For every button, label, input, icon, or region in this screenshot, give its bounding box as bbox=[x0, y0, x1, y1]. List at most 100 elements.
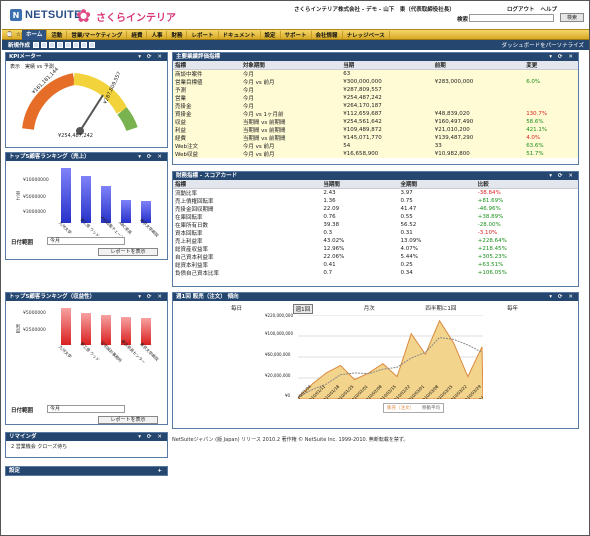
portlet-header: 財務指標 - スコアカード ▾ ⟳ ✕ bbox=[173, 172, 578, 180]
shortcut-icon-5[interactable] bbox=[65, 42, 72, 48]
nav-sales-marketing[interactable]: 営業/マーケティング bbox=[67, 30, 128, 39]
tab-yearly[interactable]: 毎年 bbox=[507, 304, 518, 314]
metric-compare: +38.89% bbox=[477, 214, 504, 220]
nav-company-info[interactable]: 会社情報 bbox=[312, 30, 343, 39]
new-record-label[interactable]: 新規作成 bbox=[2, 41, 30, 49]
kpi-change: 421.1% bbox=[526, 127, 548, 133]
star-icon[interactable]: ☆ bbox=[12, 31, 22, 38]
table-row[interactable]: 在庫回転率 0.76 0.55 +38.89% bbox=[173, 213, 578, 221]
metric-all: 41.47 bbox=[400, 206, 417, 212]
rank-profit-title: トップ5顧客ランキング（収益性） bbox=[9, 294, 96, 300]
kpi-period: 当期間 vs 前期間 bbox=[242, 128, 286, 134]
metric-current: 0.41 bbox=[323, 262, 336, 268]
table-row[interactable]: 経費 当期間 vs 前期間 ¥145,071,770 ¥139,487,290 4.0% bbox=[173, 134, 578, 142]
search-button[interactable]: 検索 bbox=[560, 13, 584, 22]
tab-daily[interactable]: 毎日 bbox=[231, 304, 242, 314]
table-row[interactable]: 営業 今月 ¥254,487,242 bbox=[173, 94, 578, 102]
shortcut-icon-2[interactable] bbox=[41, 42, 48, 48]
kpi-previous: ¥139,487,290 bbox=[434, 135, 474, 141]
tab-weekly[interactable]: 週1回 bbox=[292, 304, 314, 314]
table-row[interactable]: 総資本利益率 0.41 0.25 +63.51% bbox=[173, 261, 578, 269]
table-row[interactable]: 売上利益率 43.02% 13.09% +228.64% bbox=[173, 237, 578, 245]
shortcut-icons bbox=[33, 42, 96, 48]
tab-monthly[interactable]: 月次 bbox=[364, 304, 375, 314]
nav-reports[interactable]: レポート bbox=[187, 30, 219, 39]
rank-sales-axis: 売上 bbox=[15, 191, 20, 200]
portlet-controls[interactable]: ▾ ⟳ ✕ bbox=[138, 53, 164, 61]
table-row[interactable]: Web収益 今月 vs 前月 ¥16,658,900 ¥10,982,800 51.7% bbox=[173, 150, 578, 158]
nav-activities[interactable]: 活動 bbox=[47, 30, 68, 39]
table-row[interactable]: 売上債権回転率 1.36 0.75 +81.69% bbox=[173, 197, 578, 205]
personalize-dashboard[interactable]: ダッシュボードをパーソナライズ bbox=[502, 41, 584, 49]
header-links: ログアウト ヘルプ bbox=[507, 5, 557, 13]
table-row[interactable]: 流動比率 2.43 3.97 -38.84% bbox=[173, 189, 578, 197]
tab-quarterly[interactable]: 四半期に1回 bbox=[425, 304, 456, 314]
netsuite-mark-icon: N bbox=[10, 9, 22, 21]
netsuite-logo[interactable]: N NETSUITE bbox=[10, 9, 82, 21]
table-row[interactable]: 買掛金 今月 vs 1ヶ月前 ¥112,659,687 ¥48,839,020 130.… bbox=[173, 110, 578, 118]
kpi-name: 収益 bbox=[175, 120, 187, 126]
portlet-header: 設定 + bbox=[6, 467, 167, 475]
shortcut-icon-3[interactable] bbox=[49, 42, 56, 48]
kpi-previous bbox=[433, 102, 524, 110]
kpi-change: 51.7% bbox=[526, 151, 544, 157]
table-row[interactable]: 営業目標値 今月 vs 前月 ¥300,000,000 ¥283,000,000 6.0… bbox=[173, 78, 578, 86]
kpi-current: ¥16,658,900 bbox=[343, 151, 379, 157]
table-row[interactable]: 自己資本利益率 22.06% 5.44% +305.23% bbox=[173, 253, 578, 261]
kpi-change bbox=[524, 70, 578, 79]
kpi-meter-portlet: KPIメーター ▾ ⟳ ✕ 表示 実績 vs 予測 ¥254,487,242 ¥1… bbox=[5, 52, 168, 148]
table-row[interactable]: 総資産収益率 12.96% 4.07% +218.45% bbox=[173, 245, 578, 253]
search-input[interactable] bbox=[469, 14, 554, 22]
kpi-mode[interactable]: 表示 実績 vs 予測 bbox=[6, 61, 167, 72]
table-row[interactable]: 商談中案件 今月 63 bbox=[173, 69, 578, 79]
portlet-controls[interactable]: ▾ ⟳ ✕ bbox=[138, 433, 164, 441]
nav-support[interactable]: サポート bbox=[281, 30, 312, 39]
nav-knowledge-base[interactable]: ナレッジベース bbox=[343, 30, 390, 39]
nav-setup[interactable]: 設定 bbox=[261, 30, 281, 39]
kpi-period: 今月 bbox=[242, 96, 254, 102]
clock-icon[interactable]: ⌚ bbox=[2, 31, 13, 38]
table-row[interactable]: 売掛金回収期間 22.09 41.47 -46.96% bbox=[173, 205, 578, 213]
nav-hr[interactable]: 人事 bbox=[147, 30, 168, 39]
rank-sales-bar-1 bbox=[61, 168, 71, 223]
view-report-button[interactable]: レポートを表示 bbox=[98, 248, 158, 256]
company-name[interactable]: さくらインテリア株式会社 - デモ - 山下 東（代表取締役社長） bbox=[294, 5, 455, 13]
trend-title: 週1回 販売（注文） 傾向 bbox=[176, 294, 239, 300]
portlet-controls[interactable]: ▾ ⟳ ✕ bbox=[138, 153, 164, 161]
nav-finance[interactable]: 財務 bbox=[167, 30, 188, 39]
help-link[interactable]: ヘルプ bbox=[541, 5, 558, 13]
date-range-select[interactable]: 今月 bbox=[47, 405, 125, 413]
table-row[interactable]: 売掛金 今月 ¥264,170,187 bbox=[173, 102, 578, 110]
shortcut-icon-4[interactable] bbox=[57, 42, 64, 48]
nav-home[interactable]: ホーム bbox=[22, 29, 48, 40]
view-report-button[interactable]: レポートを表示 bbox=[98, 416, 158, 424]
nav-expenses[interactable]: 経費 bbox=[127, 30, 148, 39]
kpi-name: Web収益 bbox=[175, 152, 198, 158]
logo-text: NETSUITE bbox=[25, 9, 82, 21]
nav-documents[interactable]: ドキュメント bbox=[219, 30, 261, 39]
shortcut-icon-1[interactable] bbox=[33, 42, 40, 48]
table-row[interactable]: 収益 当期間 vs 前期間 ¥254,561,642 ¥160,497,490 58.6… bbox=[173, 118, 578, 126]
table-row[interactable]: 予測 今月 ¥287,809,557 bbox=[173, 86, 578, 94]
trend-tabs: 毎日 週1回 月次 四半期に1回 毎年 bbox=[173, 301, 578, 314]
kpi-current: 54 bbox=[343, 143, 351, 149]
table-row[interactable]: 負債自己資本比率 0.7 0.34 +106.05% bbox=[173, 269, 578, 277]
settings-add[interactable]: + bbox=[157, 467, 164, 475]
reminder-item[interactable]: 2 営業機会 クローズ待ち bbox=[6, 441, 167, 452]
portlet-controls[interactable]: ▾ ⟳ ✕ bbox=[549, 53, 575, 61]
shortcut-icon-6[interactable] bbox=[73, 42, 80, 48]
kpi-name: 商談中案件 bbox=[175, 72, 203, 78]
table-row[interactable]: 利益 当期間 vs 前期間 ¥109,489,872 ¥21,010,200 421.1… bbox=[173, 126, 578, 134]
portlet-controls[interactable]: ▾ ⟳ ✕ bbox=[549, 172, 575, 180]
table-row[interactable]: Web注文 今月 vs 前月 54 33 63.6% bbox=[173, 142, 578, 150]
portlet-controls[interactable]: ▾ ⟳ ✕ bbox=[138, 293, 164, 301]
shortcut-icon-7[interactable] bbox=[81, 42, 88, 48]
kpi-period: 今月 bbox=[242, 88, 254, 94]
shortcut-icon-8[interactable] bbox=[89, 42, 96, 48]
trend-chart: 2010/01/042010/01/112010/01/182010/01/25… bbox=[298, 315, 483, 399]
table-row[interactable]: 資本回転率 0.3 0.31 -3.10% bbox=[173, 229, 578, 237]
logout-link[interactable]: ログアウト bbox=[507, 5, 535, 13]
date-range-select[interactable]: 今月 bbox=[47, 237, 125, 245]
portlet-controls[interactable]: ▾ ⟳ ✕ bbox=[549, 293, 575, 301]
table-row[interactable]: 在庫所有日数 39.38 56.52 -28.00% bbox=[173, 221, 578, 229]
